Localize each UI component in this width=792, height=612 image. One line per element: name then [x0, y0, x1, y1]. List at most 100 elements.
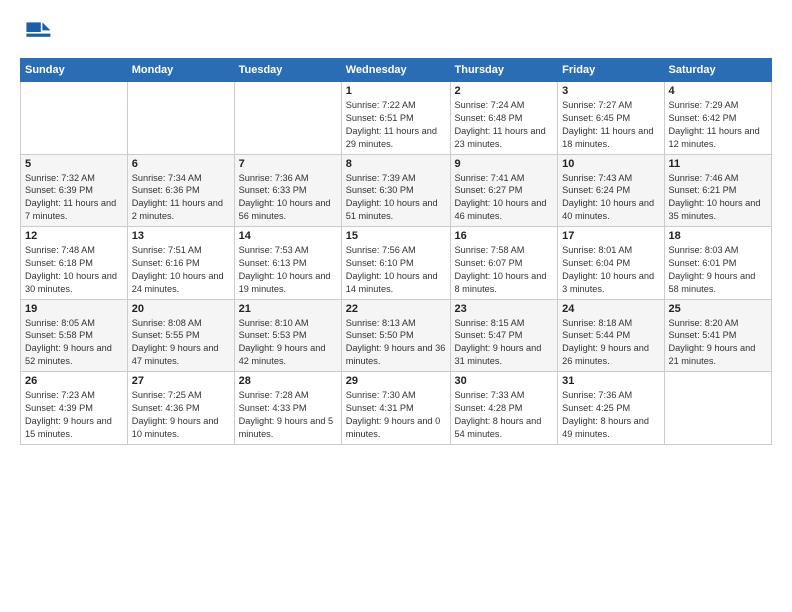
day-info: Sunrise: 7:23 AMSunset: 4:39 PMDaylight:… [25, 389, 123, 441]
calendar-cell: 14 Sunrise: 7:53 AMSunset: 6:13 PMDayligh… [234, 227, 341, 300]
day-number: 4 [669, 85, 768, 97]
day-number: 20 [132, 303, 230, 315]
day-info: Sunrise: 7:24 AMSunset: 6:48 PMDaylight:… [455, 99, 554, 151]
calendar-cell [234, 82, 341, 155]
day-number: 3 [562, 85, 659, 97]
day-info: Sunrise: 7:43 AMSunset: 6:24 PMDaylight:… [562, 172, 659, 224]
day-info: Sunrise: 8:05 AMSunset: 5:58 PMDaylight:… [25, 317, 123, 369]
day-number: 24 [562, 303, 659, 315]
day-info: Sunrise: 7:22 AMSunset: 6:51 PMDaylight:… [346, 99, 446, 151]
day-number: 12 [25, 230, 123, 242]
day-number: 13 [132, 230, 230, 242]
day-number: 21 [239, 303, 337, 315]
weekday-header: Wednesday [341, 59, 450, 82]
calendar-cell [21, 82, 128, 155]
calendar-cell: 19 Sunrise: 8:05 AMSunset: 5:58 PMDayligh… [21, 299, 128, 372]
weekday-header: Sunday [21, 59, 128, 82]
day-info: Sunrise: 8:03 AMSunset: 6:01 PMDaylight:… [669, 244, 768, 296]
calendar-cell: 12 Sunrise: 7:48 AMSunset: 6:18 PMDayligh… [21, 227, 128, 300]
calendar-cell: 28 Sunrise: 7:28 AMSunset: 4:33 PMDayligh… [234, 372, 341, 445]
day-info: Sunrise: 8:13 AMSunset: 5:50 PMDaylight:… [346, 317, 446, 369]
day-info: Sunrise: 7:46 AMSunset: 6:21 PMDaylight:… [669, 172, 768, 224]
day-info: Sunrise: 7:29 AMSunset: 6:42 PMDaylight:… [669, 99, 768, 151]
day-info: Sunrise: 8:08 AMSunset: 5:55 PMDaylight:… [132, 317, 230, 369]
calendar-cell: 10 Sunrise: 7:43 AMSunset: 6:24 PMDayligh… [558, 154, 664, 227]
calendar-cell: 31 Sunrise: 7:36 AMSunset: 4:25 PMDayligh… [558, 372, 664, 445]
calendar-cell: 5Sunrise: 7:32 AMSunset: 6:39 PMDaylight… [21, 154, 128, 227]
calendar-cell: 18 Sunrise: 8:03 AMSunset: 6:01 PMDayligh… [664, 227, 772, 300]
calendar-cell: 17 Sunrise: 8:01 AMSunset: 6:04 PMDayligh… [558, 227, 664, 300]
day-number: 18 [669, 230, 768, 242]
weekday-header: Saturday [664, 59, 772, 82]
calendar-cell: 13 Sunrise: 7:51 AMSunset: 6:16 PMDayligh… [127, 227, 234, 300]
weekday-header: Thursday [450, 59, 558, 82]
calendar-cell: 25Sunrise: 8:20 AMSunset: 5:41 PMDayligh… [664, 299, 772, 372]
calendar-cell: 20 Sunrise: 8:08 AMSunset: 5:55 PMDayligh… [127, 299, 234, 372]
calendar-cell: 30 Sunrise: 7:33 AMSunset: 4:28 PMDayligh… [450, 372, 558, 445]
day-number: 19 [25, 303, 123, 315]
calendar-cell [127, 82, 234, 155]
day-number: 6 [132, 158, 230, 170]
day-info: Sunrise: 7:53 AMSunset: 6:13 PMDaylight:… [239, 244, 337, 296]
calendar-cell: 2 Sunrise: 7:24 AMSunset: 6:48 PMDaylight… [450, 82, 558, 155]
day-number: 29 [346, 375, 446, 387]
day-number: 16 [455, 230, 554, 242]
calendar-cell: 1 Sunrise: 7:22 AMSunset: 6:51 PMDaylight… [341, 82, 450, 155]
page: SundayMondayTuesdayWednesdayThursdayFrid… [0, 0, 792, 612]
day-info: Sunrise: 8:01 AMSunset: 6:04 PMDaylight:… [562, 244, 659, 296]
calendar-cell: 4 Sunrise: 7:29 AMSunset: 6:42 PMDaylight… [664, 82, 772, 155]
day-info: Sunrise: 7:28 AMSunset: 4:33 PMDaylight:… [239, 389, 337, 441]
calendar-cell: 23 Sunrise: 8:15 AMSunset: 5:47 PMDayligh… [450, 299, 558, 372]
calendar-cell: 29 Sunrise: 7:30 AMSunset: 4:31 PMDayligh… [341, 372, 450, 445]
day-number: 15 [346, 230, 446, 242]
day-number: 5 [25, 158, 123, 170]
day-number: 17 [562, 230, 659, 242]
day-info: Sunrise: 7:33 AMSunset: 4:28 PMDaylight:… [455, 389, 554, 441]
day-number: 9 [455, 158, 554, 170]
day-info: Sunrise: 7:48 AMSunset: 6:18 PMDaylight:… [25, 244, 123, 296]
day-info: Sunrise: 8:15 AMSunset: 5:47 PMDaylight:… [455, 317, 554, 369]
day-info: Sunrise: 7:39 AMSunset: 6:30 PMDaylight:… [346, 172, 446, 224]
calendar-cell: 8 Sunrise: 7:39 AMSunset: 6:30 PMDaylight… [341, 154, 450, 227]
day-number: 8 [346, 158, 446, 170]
calendar-cell: 27 Sunrise: 7:25 AMSunset: 4:36 PMDayligh… [127, 372, 234, 445]
logo [20, 16, 56, 48]
day-number: 14 [239, 230, 337, 242]
calendar-cell: 26Sunrise: 7:23 AMSunset: 4:39 PMDayligh… [21, 372, 128, 445]
day-info: Sunrise: 7:56 AMSunset: 6:10 PMDaylight:… [346, 244, 446, 296]
day-number: 10 [562, 158, 659, 170]
day-number: 27 [132, 375, 230, 387]
day-info: Sunrise: 7:36 AMSunset: 4:25 PMDaylight:… [562, 389, 659, 441]
day-info: Sunrise: 7:58 AMSunset: 6:07 PMDaylight:… [455, 244, 554, 296]
calendar-cell: 16 Sunrise: 7:58 AMSunset: 6:07 PMDayligh… [450, 227, 558, 300]
day-number: 23 [455, 303, 554, 315]
weekday-header: Friday [558, 59, 664, 82]
calendar-cell: 6 Sunrise: 7:34 AMSunset: 6:36 PMDaylight… [127, 154, 234, 227]
calendar: SundayMondayTuesdayWednesdayThursdayFrid… [20, 58, 772, 445]
day-number: 22 [346, 303, 446, 315]
day-number: 1 [346, 85, 446, 97]
day-number: 2 [455, 85, 554, 97]
day-info: Sunrise: 7:25 AMSunset: 4:36 PMDaylight:… [132, 389, 230, 441]
day-number: 31 [562, 375, 659, 387]
calendar-cell: 24Sunrise: 8:18 AMSunset: 5:44 PMDayligh… [558, 299, 664, 372]
day-number: 28 [239, 375, 337, 387]
calendar-cell: 22 Sunrise: 8:13 AMSunset: 5:50 PMDayligh… [341, 299, 450, 372]
calendar-cell: 11 Sunrise: 7:46 AMSunset: 6:21 PMDayligh… [664, 154, 772, 227]
calendar-cell: 7Sunrise: 7:36 AMSunset: 6:33 PMDaylight… [234, 154, 341, 227]
day-info: Sunrise: 7:41 AMSunset: 6:27 PMDaylight:… [455, 172, 554, 224]
header [20, 16, 772, 48]
day-number: 30 [455, 375, 554, 387]
day-info: Sunrise: 7:51 AMSunset: 6:16 PMDaylight:… [132, 244, 230, 296]
calendar-cell: 21 Sunrise: 8:10 AMSunset: 5:53 PMDayligh… [234, 299, 341, 372]
weekday-header: Tuesday [234, 59, 341, 82]
day-info: Sunrise: 7:30 AMSunset: 4:31 PMDaylight:… [346, 389, 446, 441]
day-info: Sunrise: 7:34 AMSunset: 6:36 PMDaylight:… [132, 172, 230, 224]
day-number: 25 [669, 303, 768, 315]
calendar-cell: 9 Sunrise: 7:41 AMSunset: 6:27 PMDaylight… [450, 154, 558, 227]
day-number: 11 [669, 158, 768, 170]
weekday-header: Monday [127, 59, 234, 82]
day-info: Sunrise: 7:27 AMSunset: 6:45 PMDaylight:… [562, 99, 659, 151]
day-info: Sunrise: 8:10 AMSunset: 5:53 PMDaylight:… [239, 317, 337, 369]
logo-icon [20, 16, 52, 48]
